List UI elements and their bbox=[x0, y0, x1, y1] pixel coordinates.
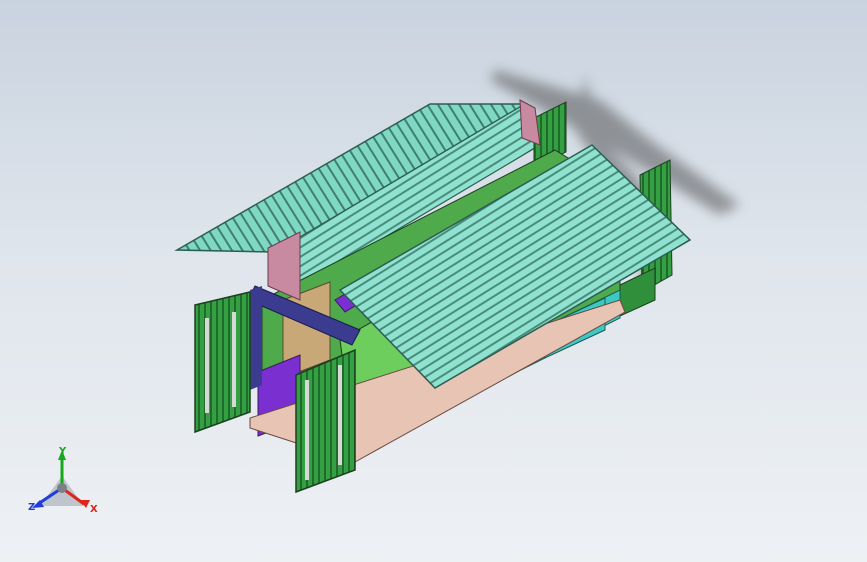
front-left-door[interactable] bbox=[194, 291, 251, 434]
y-axis-label: Y bbox=[59, 446, 67, 457]
front-right-door[interactable] bbox=[295, 348, 356, 494]
orientation-triad[interactable]: Y Z X bbox=[24, 446, 104, 520]
cad-viewport[interactable]: Y Z X bbox=[0, 0, 867, 562]
container-model[interactable] bbox=[0, 0, 867, 562]
x-axis-label: X bbox=[90, 504, 98, 515]
z-axis-label: Z bbox=[28, 502, 36, 513]
